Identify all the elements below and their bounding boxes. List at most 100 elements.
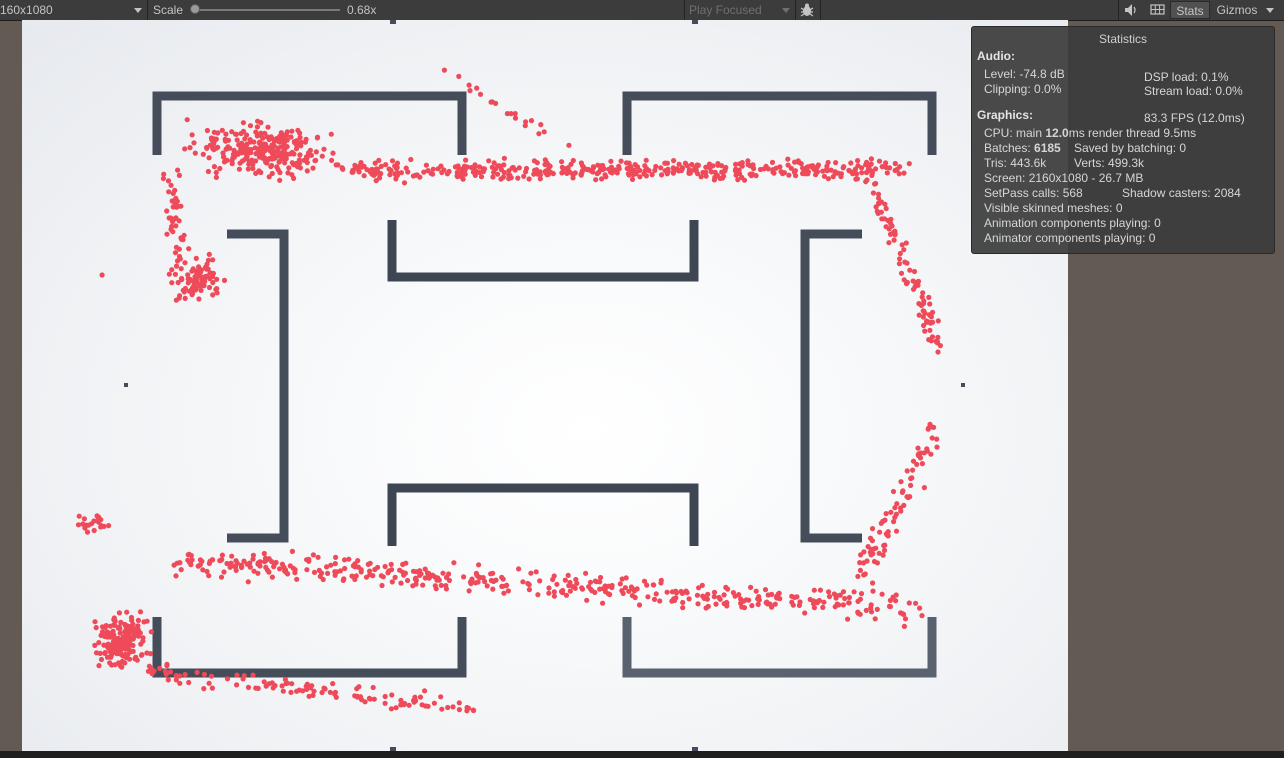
particle: [193, 255, 199, 261]
particle: [289, 128, 295, 134]
particle: [730, 590, 737, 596]
fps-readout: 83.3 FPS (12.0ms): [1144, 111, 1245, 125]
particle: [891, 237, 897, 243]
particle: [874, 606, 880, 613]
particle: [900, 611, 906, 617]
particle: [789, 599, 795, 605]
scale-slider-thumb[interactable]: [190, 4, 200, 14]
particle: [834, 593, 840, 599]
particle: [110, 641, 116, 648]
particle: [737, 161, 743, 167]
particle: [609, 170, 615, 176]
particle: [840, 589, 847, 595]
particle: [277, 133, 283, 139]
particle: [245, 579, 251, 585]
animator-components: Animator components playing: 0: [984, 231, 1156, 245]
particle: [664, 589, 670, 595]
particle: [240, 120, 246, 126]
resolution-dropdown[interactable]: 160x1080: [0, 0, 53, 20]
edge-marker: [390, 20, 396, 24]
dropdown-arrow-icon[interactable]: [1266, 8, 1274, 13]
particle: [931, 424, 937, 430]
particle: [173, 263, 180, 269]
particle: [116, 610, 122, 616]
particle: [913, 600, 919, 606]
particle: [266, 136, 272, 143]
particle: [211, 129, 217, 135]
particle: [170, 229, 176, 235]
toolbar-divider: [820, 0, 821, 20]
particle: [764, 599, 770, 605]
particle: [219, 127, 225, 133]
particle: [878, 199, 885, 205]
particle: [255, 570, 261, 576]
toolbar-divider: [795, 0, 796, 20]
particle: [922, 328, 928, 334]
particle: [602, 589, 609, 595]
batches-label: Batches:: [984, 141, 1035, 155]
particle: [221, 569, 227, 575]
particle: [118, 619, 124, 626]
audio-icon[interactable]: [1124, 3, 1138, 17]
particle: [749, 603, 755, 609]
gizmos-button[interactable]: Gizmos: [1212, 1, 1262, 19]
particle: [481, 166, 488, 172]
particle: [811, 605, 818, 611]
particle: [490, 586, 496, 592]
particle: [786, 172, 792, 178]
particle: [227, 564, 233, 570]
particle: [471, 707, 477, 714]
game-view-viewport[interactable]: [22, 20, 1068, 751]
stats-toggle-button[interactable]: Stats: [1170, 1, 1210, 19]
particle: [148, 629, 154, 635]
particle: [257, 139, 263, 145]
stream-load: Stream load: 0.0%: [1144, 84, 1243, 98]
bug-icon[interactable]: [799, 2, 815, 18]
particle: [197, 281, 203, 287]
particle: [134, 657, 140, 663]
particle: [259, 155, 265, 161]
particle: [297, 165, 303, 171]
particle: [365, 561, 371, 568]
particle: [533, 167, 540, 173]
particle: [206, 251, 212, 257]
shadow-casters: Shadow casters: 2084: [1122, 186, 1241, 200]
particle: [205, 257, 211, 263]
setpass-calls: SetPass calls: 568: [984, 186, 1083, 200]
particle: [882, 517, 888, 523]
particle: [813, 172, 819, 178]
particle: [371, 696, 377, 702]
particle: [75, 522, 82, 528]
play-mode-dropdown[interactable]: Play Focused: [689, 0, 762, 20]
particle: [452, 164, 458, 170]
particle: [597, 586, 603, 592]
particle: [306, 558, 312, 564]
particle: [393, 176, 399, 182]
scale-slider-track[interactable]: [196, 9, 340, 11]
wall-bottom-right: [622, 617, 937, 678]
dropdown-arrow-icon[interactable]: [134, 8, 142, 13]
particle: [93, 625, 99, 631]
scale-label: Scale: [153, 3, 184, 17]
particle: [865, 544, 871, 550]
particle: [427, 574, 433, 580]
wall-lower-center: [387, 483, 699, 546]
particle: [210, 270, 216, 276]
particle: [528, 118, 535, 124]
particle: [855, 158, 861, 164]
particle: [922, 310, 928, 316]
particle: [229, 553, 235, 559]
particle: [124, 609, 130, 615]
particle: [498, 176, 504, 182]
particle: [245, 166, 251, 172]
particle: [927, 327, 933, 333]
particle: [548, 169, 554, 175]
particle: [355, 558, 361, 564]
particle: [182, 260, 188, 266]
edge-marker: [961, 383, 965, 387]
particle: [450, 704, 456, 710]
grid-icon[interactable]: [1150, 3, 1166, 17]
particle: [763, 163, 769, 169]
particle: [904, 468, 910, 474]
dropdown-arrow-icon[interactable]: [782, 8, 790, 13]
